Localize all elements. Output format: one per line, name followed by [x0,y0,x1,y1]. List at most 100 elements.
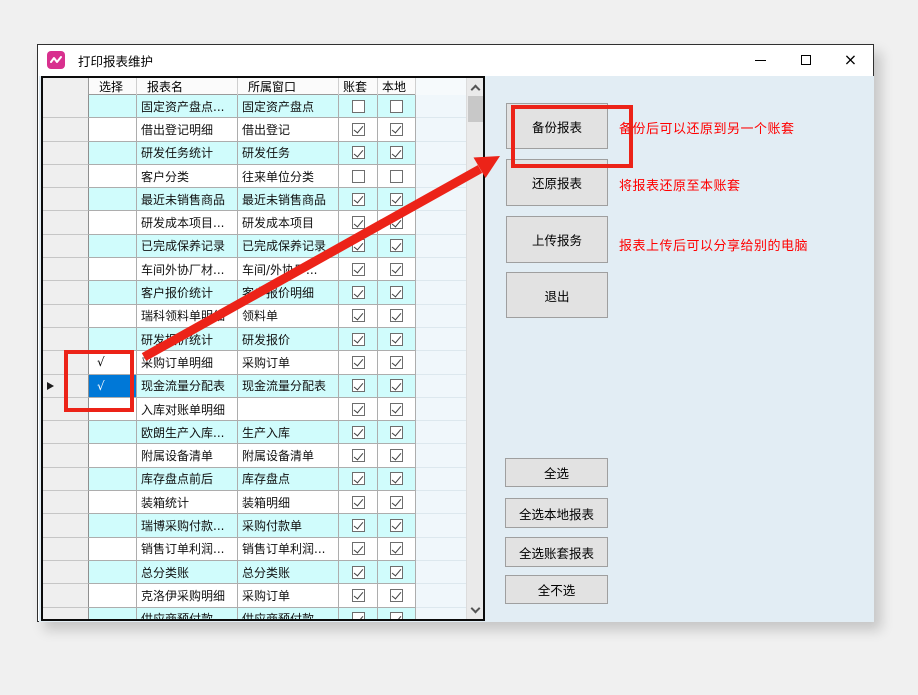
row-header-cell[interactable] [43,491,89,514]
owner-window-cell[interactable]: 供应商预付款 [238,608,339,619]
row-header-cell[interactable] [43,468,89,491]
local-checkbox-cell[interactable] [378,211,416,234]
table-row[interactable]: 装箱统计 装箱明细 [43,491,466,514]
table-row[interactable]: 研发任务统计 研发任务 [43,142,466,165]
report-name-cell[interactable]: 已完成保养记录 [137,235,238,258]
report-name-cell[interactable]: 车间外协厂材... [137,258,238,281]
select-cell[interactable] [89,561,137,584]
report-name-cell[interactable]: 瑞科领料单明细 [137,305,238,328]
account-checkbox[interactable] [352,449,365,462]
owner-window-cell[interactable]: 销售订单利润... [238,538,339,561]
local-checkbox[interactable] [390,356,403,369]
account-checkbox[interactable] [352,123,365,136]
local-checkbox[interactable] [390,449,403,462]
owner-window-cell[interactable]: 采购付款单 [238,514,339,537]
row-header-cell[interactable] [43,561,89,584]
row-header-cell[interactable] [43,514,89,537]
local-checkbox[interactable] [390,589,403,602]
account-checkbox-cell[interactable] [339,398,378,421]
select-cell[interactable] [89,142,137,165]
owner-window-cell[interactable]: 生产入库 [238,421,339,444]
account-checkbox[interactable] [352,263,365,276]
table-row[interactable]: 客户分类 往来单位分类 [43,165,466,188]
select-cell[interactable] [89,235,137,258]
report-name-cell[interactable]: 克洛伊采购明细 [137,584,238,607]
scrollbar-down-button[interactable] [467,601,484,618]
local-checkbox-cell[interactable] [378,328,416,351]
restore-reports-button[interactable]: 还原报表 [506,159,608,206]
owner-window-cell[interactable]: 已完成保养记录 [238,235,339,258]
table-row[interactable]: 研发成本项目... 研发成本项目 [43,211,466,234]
report-name-cell[interactable]: 研发成本项目... [137,211,238,234]
select-cell[interactable] [89,118,137,141]
select-all-button[interactable]: 全选 [505,458,608,487]
table-row[interactable]: √ 采购订单明细 采购订单 [43,351,466,374]
account-checkbox-cell[interactable] [339,468,378,491]
local-checkbox-cell[interactable] [378,258,416,281]
minimize-button[interactable] [738,45,783,75]
owner-window-cell[interactable]: 车间/外协厂... [238,258,339,281]
owner-window-cell[interactable]: 借出登记 [238,118,339,141]
table-row[interactable]: 借出登记明细 借出登记 [43,118,466,141]
local-checkbox-cell[interactable] [378,142,416,165]
account-checkbox-cell[interactable] [339,444,378,467]
select-cell[interactable] [89,305,137,328]
report-name-cell[interactable]: 借出登记明细 [137,118,238,141]
report-name-cell[interactable]: 供应商预付款... [137,608,238,619]
scrollbar-up-button[interactable] [467,79,484,96]
local-checkbox[interactable] [390,519,403,532]
header-account-set[interactable]: 账套 [339,78,378,95]
header-select[interactable]: 选择 [89,78,137,95]
account-checkbox-cell[interactable] [339,258,378,281]
row-header-cell[interactable] [43,95,89,118]
owner-window-cell[interactable]: 研发任务 [238,142,339,165]
account-checkbox[interactable] [352,496,365,509]
local-checkbox[interactable] [390,309,403,322]
owner-window-cell[interactable]: 采购订单 [238,584,339,607]
account-checkbox[interactable] [352,426,365,439]
table-row[interactable]: 附属设备清单 附属设备清单 [43,444,466,467]
account-checkbox-cell[interactable] [339,608,378,619]
local-checkbox[interactable] [390,100,403,113]
local-checkbox-cell[interactable] [378,561,416,584]
account-checkbox-cell[interactable] [339,514,378,537]
account-checkbox[interactable] [352,333,365,346]
table-row[interactable]: 车间外协厂材... 车间/外协厂... [43,258,466,281]
report-name-cell[interactable]: 最近未销售商品 [137,188,238,211]
table-row[interactable]: 瑞科领料单明细 领料单 [43,305,466,328]
account-checkbox-cell[interactable] [339,281,378,304]
select-all-account-button[interactable]: 全选账套报表 [505,537,608,567]
report-name-cell[interactable]: 瑞博采购付款... [137,514,238,537]
account-checkbox[interactable] [352,403,365,416]
report-name-cell[interactable]: 附属设备清单 [137,444,238,467]
account-checkbox[interactable] [352,519,365,532]
report-name-cell[interactable]: 研发报价统计 [137,328,238,351]
account-checkbox-cell[interactable] [339,351,378,374]
account-checkbox-cell[interactable] [339,328,378,351]
account-checkbox[interactable] [352,612,365,619]
local-checkbox[interactable] [390,193,403,206]
local-checkbox-cell[interactable] [378,444,416,467]
owner-window-cell[interactable]: 客户报价明细 [238,281,339,304]
account-checkbox-cell[interactable] [339,95,378,118]
report-name-cell[interactable]: 销售订单利润... [137,538,238,561]
account-checkbox-cell[interactable] [339,188,378,211]
row-header-cell[interactable] [43,188,89,211]
row-header-cell[interactable] [43,608,89,619]
table-row[interactable]: 瑞博采购付款... 采购付款单 [43,514,466,537]
row-header-cell[interactable] [43,305,89,328]
report-name-cell[interactable]: 装箱统计 [137,491,238,514]
local-checkbox-cell[interactable] [378,491,416,514]
account-checkbox[interactable] [352,286,365,299]
table-row[interactable]: √ 现金流量分配表 现金流量分配表 [43,375,466,398]
local-checkbox[interactable] [390,542,403,555]
local-checkbox-cell[interactable] [378,398,416,421]
select-cell[interactable] [89,211,137,234]
title-bar[interactable]: 打印报表维护 × [38,45,873,75]
account-checkbox[interactable] [352,472,365,485]
local-checkbox-cell[interactable] [378,608,416,619]
account-checkbox-cell[interactable] [339,584,378,607]
local-checkbox-cell[interactable] [378,584,416,607]
table-row[interactable]: 最近未销售商品 最近未销售商品 [43,188,466,211]
report-name-cell[interactable]: 客户报价统计 [137,281,238,304]
